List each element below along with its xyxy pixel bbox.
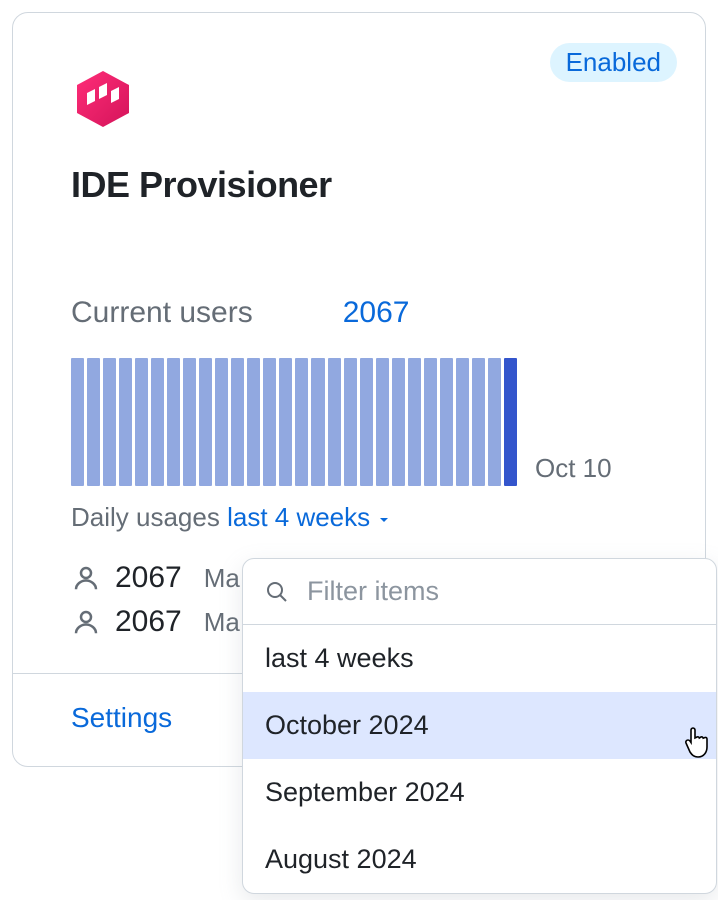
chart-bar bbox=[199, 358, 212, 486]
chart-bar bbox=[408, 358, 421, 486]
usage-chart-row: Oct 10 bbox=[71, 358, 651, 486]
chart-end-date: Oct 10 bbox=[535, 453, 612, 486]
chart-bar bbox=[311, 358, 324, 486]
chart-bar bbox=[103, 358, 116, 486]
chart-bar bbox=[376, 358, 389, 486]
caption-prefix: Daily usages bbox=[71, 502, 227, 532]
stat-value: 2067 bbox=[115, 561, 182, 595]
status-badge: Enabled bbox=[550, 43, 677, 82]
time-range-option[interactable]: last 4 weeks bbox=[243, 625, 716, 692]
chart-bar bbox=[344, 358, 357, 486]
stat-peak-label: Ma bbox=[204, 563, 240, 594]
filter-row bbox=[243, 559, 716, 625]
chart-bar bbox=[215, 358, 228, 486]
chart-bar bbox=[167, 358, 180, 486]
chart-bar bbox=[247, 358, 260, 486]
current-users-row: Current users 2067 bbox=[71, 296, 651, 330]
chart-bar bbox=[183, 358, 196, 486]
current-users-count[interactable]: 2067 bbox=[343, 296, 410, 330]
chart-bar bbox=[151, 358, 164, 486]
chart-bar bbox=[392, 358, 405, 486]
chart-bar bbox=[119, 358, 132, 486]
usage-chart bbox=[71, 358, 517, 486]
stat-value: 2067 bbox=[115, 605, 182, 639]
chart-bar bbox=[263, 358, 276, 486]
chart-bar bbox=[135, 358, 148, 486]
chart-bar bbox=[504, 358, 517, 486]
time-range-option[interactable]: August 2024 bbox=[243, 826, 716, 893]
chart-bar bbox=[231, 358, 244, 486]
time-range-option[interactable]: October 2024 bbox=[243, 692, 716, 759]
chart-bar bbox=[71, 358, 84, 486]
chart-caption: Daily usages last 4 weeks bbox=[71, 502, 651, 533]
options-list: last 4 weeksOctober 2024September 2024Au… bbox=[243, 625, 716, 893]
stat-peak-label: Ma bbox=[204, 607, 240, 638]
search-icon bbox=[265, 580, 289, 604]
chart-bar bbox=[279, 358, 292, 486]
person-icon bbox=[71, 563, 101, 593]
plugin-title: IDE Provisioner bbox=[71, 164, 651, 206]
time-range-dropdown-trigger[interactable]: last 4 weeks bbox=[227, 502, 392, 533]
time-range-label: last 4 weeks bbox=[227, 502, 370, 533]
chart-bar bbox=[87, 358, 100, 486]
chart-bar bbox=[456, 358, 469, 486]
chart-bar bbox=[295, 358, 308, 486]
chart-bar bbox=[360, 358, 373, 486]
chart-bar bbox=[440, 358, 453, 486]
person-icon bbox=[71, 607, 101, 637]
current-users-label: Current users bbox=[71, 296, 253, 330]
chevron-down-icon bbox=[376, 512, 392, 528]
time-range-option[interactable]: September 2024 bbox=[243, 759, 716, 826]
chart-bar bbox=[488, 358, 501, 486]
chart-bar bbox=[424, 358, 437, 486]
chart-bar bbox=[328, 358, 341, 486]
time-range-popover: last 4 weeksOctober 2024September 2024Au… bbox=[242, 558, 717, 894]
filter-input[interactable] bbox=[305, 575, 694, 608]
chart-bar bbox=[472, 358, 485, 486]
settings-link[interactable]: Settings bbox=[71, 702, 172, 733]
